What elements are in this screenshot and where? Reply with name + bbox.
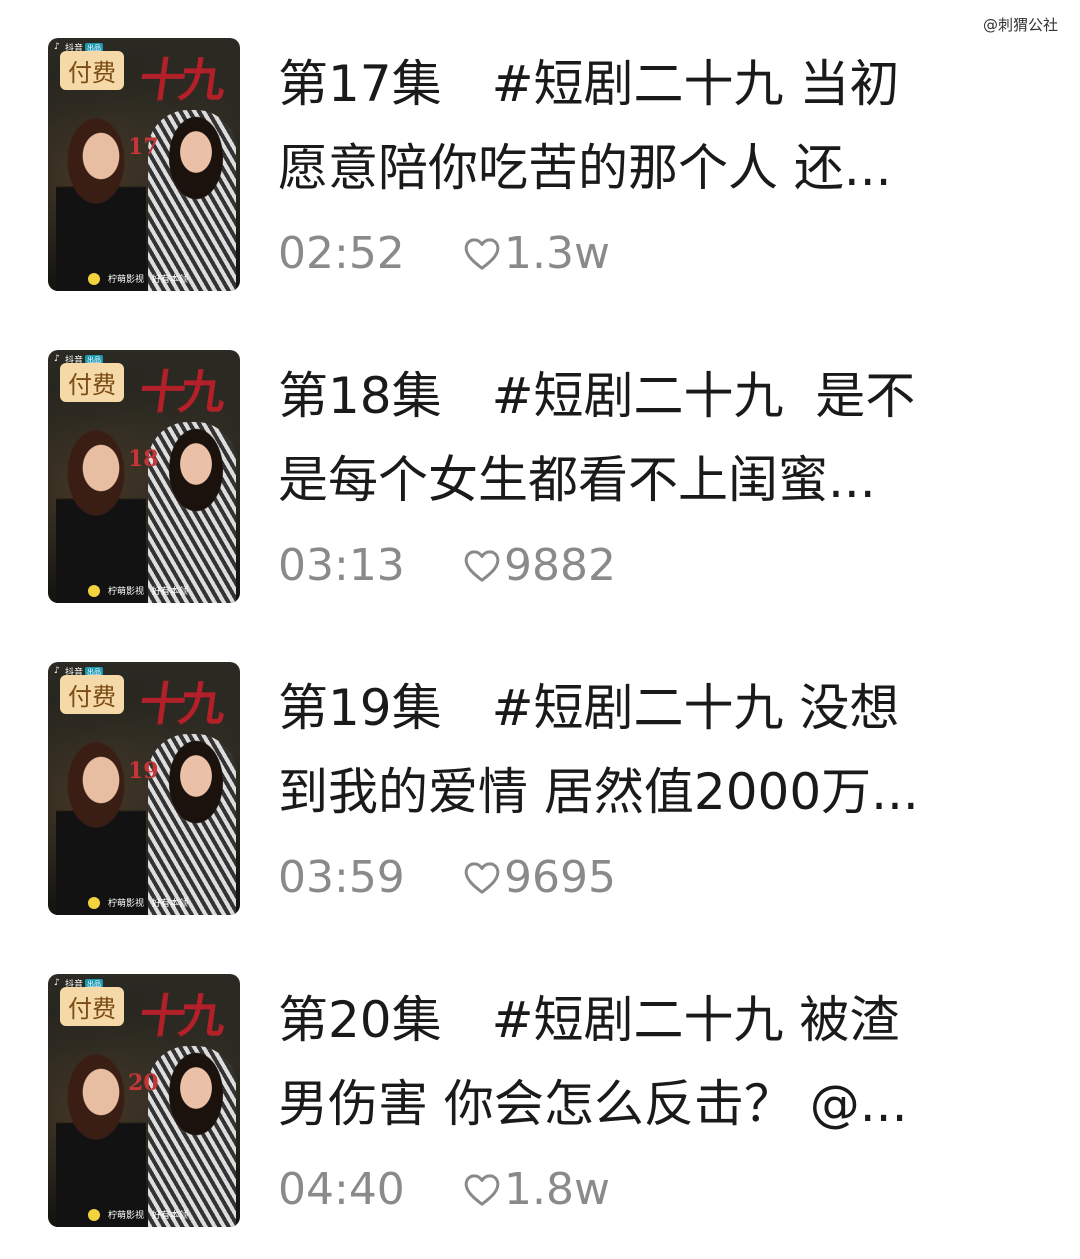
studio-logo-label: 好有本领 — [152, 899, 189, 909]
lemon-logo-icon — [88, 584, 100, 597]
episode-title-line2: 男伤害 你会怎么反击？ @... — [278, 1075, 908, 1133]
thumbnail-logo-strip: 柠萌影视 好有本领 — [88, 584, 188, 597]
episode-duration: 03:13 — [278, 540, 405, 591]
douyin-note-icon: ♪ — [54, 42, 60, 52]
paid-badge: 付费 — [60, 987, 124, 1026]
thumbnail-logo-strip: 柠萌影视 好有本领 — [88, 896, 188, 909]
thumbnail-title-art: 十九 — [135, 677, 224, 731]
paid-badge: 付费 — [60, 363, 124, 402]
episode-title-line1: 第20集 #短剧二十九 被渣 — [278, 991, 900, 1049]
episode-title[interactable]: 第18集 #短剧二十九 是不 是每个女生都看不上闺蜜... — [278, 354, 998, 522]
douyin-note-icon: ♪ — [54, 354, 60, 364]
paid-badge: 付费 — [60, 51, 124, 90]
producer-logo-label: 柠萌影视 — [108, 587, 145, 597]
episode-likes-count: 1.3w — [504, 228, 610, 279]
thumbnail-episode-number: 18 — [128, 446, 159, 472]
episode-title-line1: 第17集 #短剧二十九 当初 — [278, 55, 900, 113]
thumbnail-title-art: 十九 — [135, 365, 224, 419]
studio-logo-label: 好有本领 — [152, 587, 189, 597]
thumbnail-figure-right — [148, 110, 236, 291]
episode-item[interactable]: 十九 ♪ 抖音 出品 付费 19 柠萌影视 好有本领 第19集 #短剧二十九 没… — [0, 624, 1080, 915]
episode-item[interactable]: 十九 ♪ 抖音 出品 付费 17 柠萌影视 好有本领 第17集 #短剧二十九 当… — [0, 0, 1080, 291]
episode-item[interactable]: 十九 ♪ 抖音 出品 付费 18 柠萌影视 好有本领 第18集 #短剧二十九 是… — [0, 312, 1080, 603]
lemon-logo-icon — [88, 1208, 100, 1221]
thumbnail-episode-number: 20 — [128, 1070, 159, 1096]
heart-icon — [464, 861, 500, 894]
episode-title[interactable]: 第20集 #短剧二十九 被渣 男伤害 你会怎么反击？ @... — [278, 978, 998, 1146]
heart-icon — [464, 237, 500, 270]
episode-title-line1: 第18集 #短剧二十九 是不 — [278, 367, 916, 425]
douyin-note-icon: ♪ — [54, 978, 60, 988]
episode-likes: 9882 — [462, 540, 616, 591]
heart-icon — [464, 1173, 500, 1206]
studio-logo-label: 好有本领 — [152, 275, 189, 285]
episode-likes: 9695 — [462, 852, 616, 903]
thumbnail-episode-number: 19 — [128, 758, 159, 784]
episode-likes-count: 1.8w — [504, 1164, 610, 1215]
episode-title-line2: 到我的爱情 居然值2000万... — [278, 763, 919, 821]
episode-duration: 02:52 — [278, 228, 405, 279]
producer-logo-label: 柠萌影视 — [108, 899, 145, 909]
thumbnail-figure-right — [148, 1046, 236, 1227]
episode-thumbnail[interactable]: 十九 ♪ 抖音 出品 付费 20 柠萌影视 好有本领 — [48, 974, 240, 1227]
episode-meta: 04:40 1.8w — [278, 1164, 610, 1215]
episode-duration: 03:59 — [278, 852, 405, 903]
episode-meta: 03:13 9882 — [278, 540, 616, 591]
episode-thumbnail[interactable]: 十九 ♪ 抖音 出品 付费 19 柠萌影视 好有本领 — [48, 662, 240, 915]
episode-meta: 03:59 9695 — [278, 852, 616, 903]
studio-logo-label: 好有本领 — [152, 1211, 189, 1221]
episode-thumbnail[interactable]: 十九 ♪ 抖音 出品 付费 17 柠萌影视 好有本领 — [48, 38, 240, 291]
thumbnail-logo-strip: 柠萌影视 好有本领 — [88, 272, 188, 285]
paid-badge: 付费 — [60, 675, 124, 714]
episode-meta: 02:52 1.3w — [278, 228, 610, 279]
episode-thumbnail[interactable]: 十九 ♪ 抖音 出品 付费 18 柠萌影视 好有本领 — [48, 350, 240, 603]
episode-title-line2: 是每个女生都看不上闺蜜... — [278, 451, 876, 509]
producer-logo-label: 柠萌影视 — [108, 1211, 145, 1221]
episode-title[interactable]: 第17集 #短剧二十九 当初 愿意陪你吃苦的那个人 还... — [278, 42, 998, 210]
episode-likes-count: 9882 — [504, 540, 616, 591]
thumbnail-title-art: 十九 — [135, 989, 224, 1043]
episode-likes-count: 9695 — [504, 852, 616, 903]
episode-title-line1: 第19集 #短剧二十九 没想 — [278, 679, 900, 737]
lemon-logo-icon — [88, 896, 100, 909]
thumbnail-episode-number: 17 — [128, 134, 159, 160]
episode-title-line2: 愿意陪你吃苦的那个人 还... — [278, 139, 892, 197]
douyin-note-icon: ♪ — [54, 666, 60, 676]
thumbnail-figure-right — [148, 422, 236, 603]
thumbnail-title-art: 十九 — [135, 53, 224, 107]
thumbnail-logo-strip: 柠萌影视 好有本领 — [88, 1208, 188, 1221]
episode-title[interactable]: 第19集 #短剧二十九 没想 到我的爱情 居然值2000万... — [278, 666, 998, 834]
episode-likes: 1.3w — [462, 228, 610, 279]
heart-icon — [464, 549, 500, 582]
thumbnail-figure-right — [148, 734, 236, 915]
lemon-logo-icon — [88, 272, 100, 285]
episode-likes: 1.8w — [462, 1164, 610, 1215]
episode-item[interactable]: 十九 ♪ 抖音 出品 付费 20 柠萌影视 好有本领 第20集 #短剧二十九 被… — [0, 936, 1080, 1227]
producer-logo-label: 柠萌影视 — [108, 275, 145, 285]
episode-duration: 04:40 — [278, 1164, 405, 1215]
